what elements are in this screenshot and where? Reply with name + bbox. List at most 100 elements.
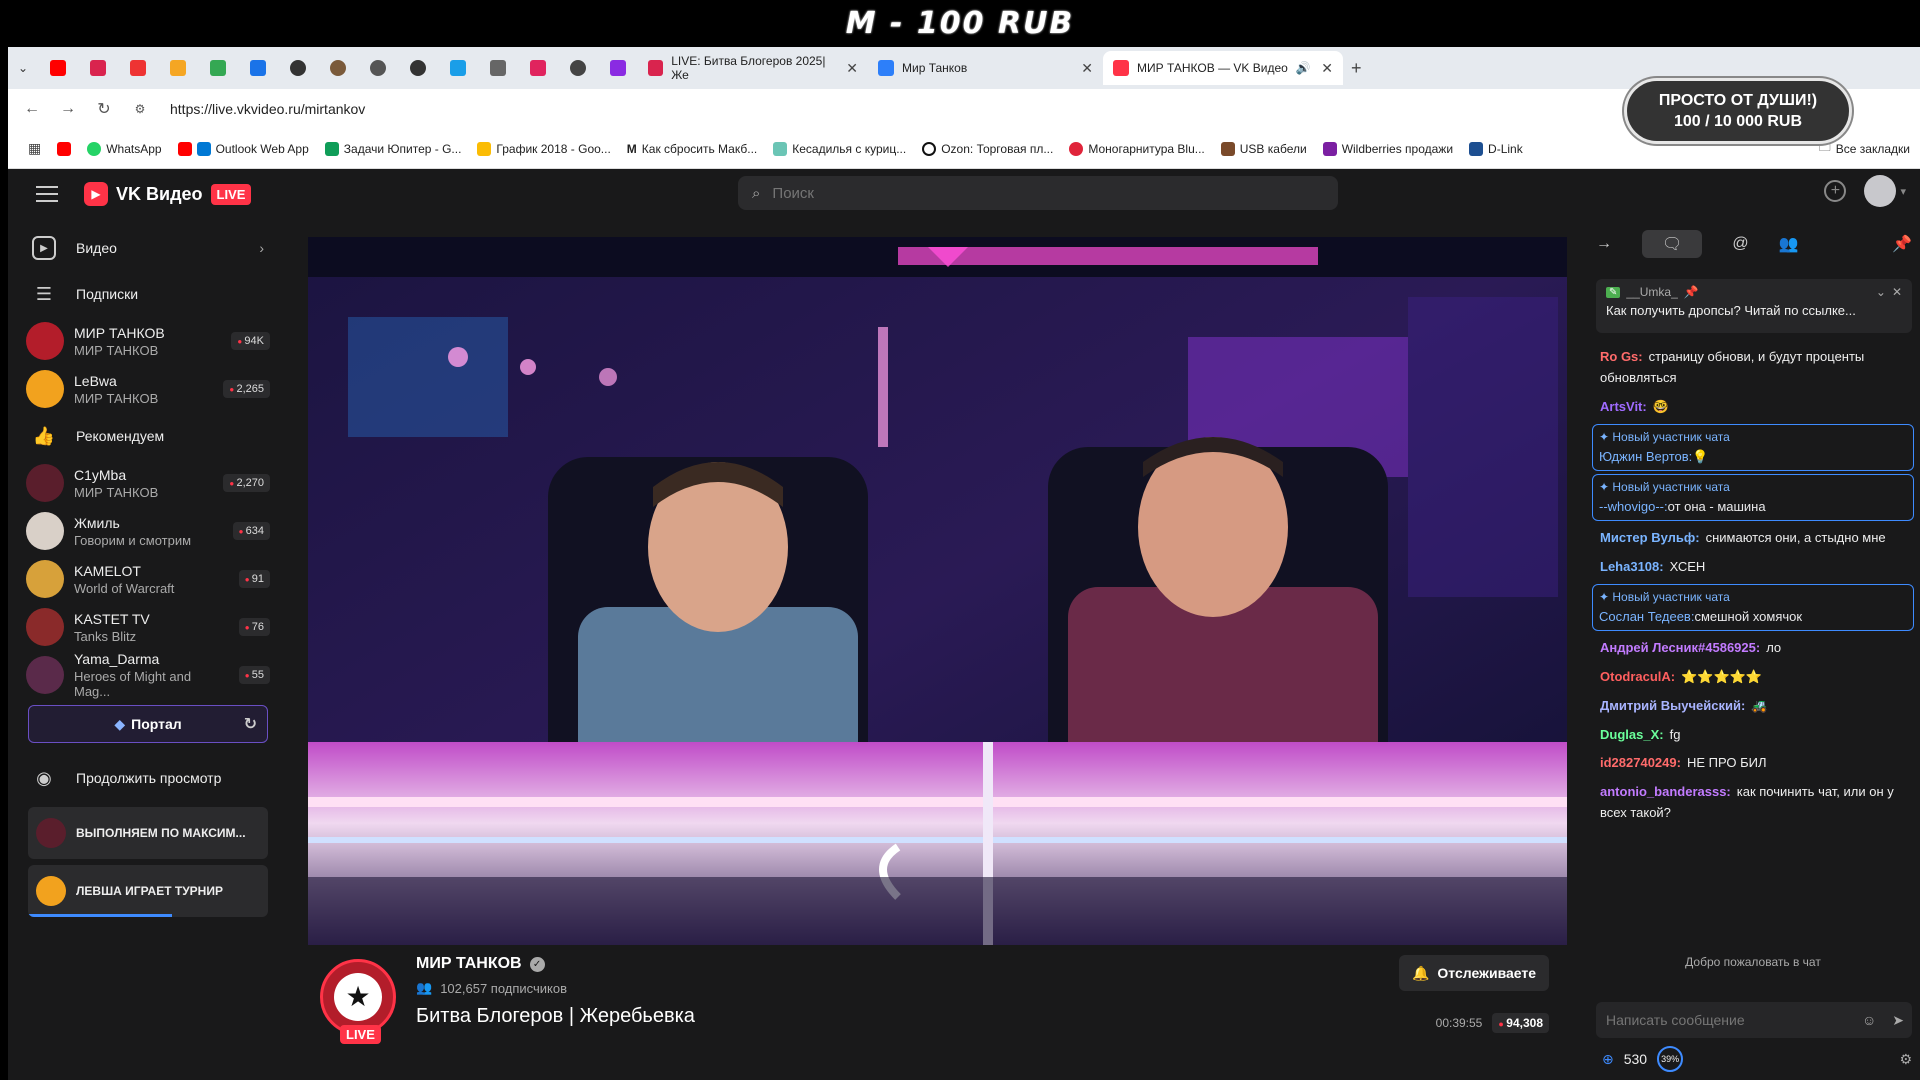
pinned-tab[interactable]: [598, 51, 638, 85]
chat-username[interactable]: OtodraculA:: [1600, 669, 1675, 684]
chat-message[interactable]: id282740249: НЕ ПРО БИЛ: [1586, 749, 1920, 778]
chat-input[interactable]: [1606, 1012, 1826, 1028]
chat-username[interactable]: Дмитрий Выучейский:: [1600, 698, 1745, 713]
close-icon[interactable]: ✕: [1892, 285, 1902, 299]
sidebar-item-continue[interactable]: ◉ Продолжить просмотр: [8, 755, 288, 801]
bookmark-2[interactable]: Задачи Юпитер - G...: [324, 141, 461, 156]
follow-button[interactable]: 🔔 Отслеживаете: [1399, 955, 1549, 991]
continue-item[interactable]: ВЫПОЛНЯЕМ ПО МАКСИМ...: [28, 807, 268, 859]
chat-message[interactable]: ArtsVit: 🤓: [1586, 393, 1920, 422]
pinned-tab[interactable]: [38, 51, 78, 85]
bookmark-8[interactable]: USB кабели: [1220, 141, 1307, 156]
video-player[interactable]: [308, 237, 1567, 945]
pinned-tab[interactable]: [518, 51, 558, 85]
sidebar-channel[interactable]: Yama_Darma Heroes of Might and Mag... 55: [8, 651, 288, 699]
chat-username[interactable]: ArtsVit:: [1600, 399, 1647, 414]
pinned-tab[interactable]: [558, 51, 598, 85]
bookmark-3[interactable]: График 2018 - Goo...: [477, 141, 611, 156]
apps-icon[interactable]: ▦: [28, 140, 41, 157]
sidebar-channel[interactable]: KAMELOTWorld of Warcraft 91: [8, 555, 288, 603]
chat-username[interactable]: Андрей Лесник#4586925:: [1600, 640, 1760, 655]
chat-message[interactable]: antonio_banderasss: как починить чат, или…: [1586, 778, 1920, 828]
bookmark-0[interactable]: WhatsApp: [87, 141, 162, 156]
bookmark-9[interactable]: Wildberries продажи: [1322, 141, 1453, 156]
pinned-tab[interactable]: [158, 51, 198, 85]
refresh-icon[interactable]: ↻: [244, 714, 257, 734]
chat-username[interactable]: Ro Gs:: [1600, 349, 1643, 364]
points-icon[interactable]: ⊕: [1602, 1051, 1614, 1068]
portal-button[interactable]: ◆ Портал ↻: [28, 705, 268, 743]
chat-message[interactable]: Мистер Вульф: снимаются они, а стыдно мне: [1586, 524, 1920, 553]
chat-input-box[interactable]: ☺ ➤: [1596, 1002, 1912, 1038]
chat-username[interactable]: id282740249:: [1600, 755, 1681, 770]
search-box[interactable]: ⌕: [738, 176, 1338, 210]
system-message[interactable]: ✦ Новый участник чата Юджин Вертов:💡: [1592, 424, 1914, 472]
chat-username[interactable]: Leha3108:: [1600, 559, 1664, 574]
close-icon[interactable]: ✕: [1321, 60, 1333, 77]
chat-message[interactable]: Дмитрий Выучейский: 🚜: [1586, 692, 1920, 721]
profile-menu[interactable]: ▾: [1864, 175, 1906, 207]
speaker-icon[interactable]: 🔊: [1296, 61, 1311, 75]
chat-message[interactable]: Ro Gs: страницу обнови, и будут проценты …: [1586, 343, 1920, 393]
tab-0[interactable]: LIVE: Битва Блогеров 2025| Же ✕: [638, 51, 868, 85]
chat-username[interactable]: Duglas_X:: [1600, 727, 1664, 742]
chat-username[interactable]: Мистер Вульф:: [1600, 530, 1700, 545]
pin-icon[interactable]: 📌: [1892, 234, 1912, 254]
chat-message[interactable]: OtodraculA: ⭐⭐⭐⭐⭐: [1586, 663, 1920, 692]
sidebar-item-video[interactable]: ▶ Видео ›: [8, 225, 288, 271]
channel-name[interactable]: МИР ТАНКОВ: [416, 955, 522, 973]
all-bookmarks[interactable]: 🗀 Все закладки: [1819, 138, 1910, 159]
chat-tab-mentions[interactable]: @: [1732, 235, 1748, 253]
sidebar-channel[interactable]: ЖмильГоворим и смотрим 634: [8, 507, 288, 555]
reload-icon[interactable]: ↻: [86, 99, 122, 119]
chevron-down-icon[interactable]: ⌄: [1876, 285, 1886, 299]
close-icon[interactable]: ✕: [1081, 60, 1093, 77]
tab-1[interactable]: Мир Танков ✕: [868, 51, 1103, 85]
bookmark-youtube[interactable]: [57, 141, 72, 156]
sidebar-item-subscriptions[interactable]: ☰ Подписки: [8, 271, 288, 317]
chat-username[interactable]: Сослан Тедеев:: [1599, 609, 1694, 624]
new-tab-button[interactable]: +: [1351, 58, 1362, 79]
site-info-icon[interactable]: ⚙: [122, 102, 158, 116]
chat-message[interactable]: Leha3108: ХСЕН: [1586, 553, 1920, 582]
bookmark-7[interactable]: Моногарнитура Blu...: [1069, 141, 1205, 156]
collapse-chat-icon[interactable]: →: [1596, 235, 1612, 253]
forward-icon[interactable]: →: [50, 100, 86, 118]
avatar[interactable]: [1864, 175, 1897, 207]
logo[interactable]: ▶ VK Видео LIVE: [84, 182, 252, 206]
progress-ring[interactable]: 39%: [1657, 1046, 1684, 1072]
system-message[interactable]: ✦ Новый участник чата --whovigo--:от она …: [1592, 474, 1914, 521]
sidebar-channel[interactable]: KASTET TVTanks Blitz 76: [8, 603, 288, 651]
emoji-icon[interactable]: ☺: [1862, 1012, 1876, 1028]
pinned-tab[interactable]: [478, 51, 518, 85]
chat-username[interactable]: antonio_banderasss:: [1600, 784, 1731, 799]
chat-message[interactable]: Duglas_X: fg: [1586, 721, 1920, 750]
bookmark-10[interactable]: D-Link: [1469, 141, 1523, 156]
pinned-message[interactable]: ✎ __Umka_ 📌 ⌄ ✕ Как получить дропсы? Чит…: [1596, 279, 1912, 333]
close-icon[interactable]: ✕: [846, 60, 858, 77]
sidebar-channel[interactable]: LeBwaМИР ТАНКОВ 2,265: [8, 365, 288, 413]
settings-icon[interactable]: ⚙: [1899, 1051, 1912, 1068]
bookmark-5[interactable]: Кесадилья с куриц...: [773, 141, 906, 156]
bookmark-6[interactable]: Ozon: Торговая пл...: [922, 141, 1053, 156]
chat-username[interactable]: --whovigo--:: [1599, 499, 1668, 514]
sidebar-channel[interactable]: МИР ТАНКОВМИР ТАНКОВ 94K: [8, 317, 288, 365]
sidebar-item-recommended[interactable]: 👍 Рекомендуем: [8, 413, 288, 459]
pinned-tab[interactable]: [438, 51, 478, 85]
chat-username[interactable]: Юджин Вертов:: [1599, 449, 1692, 464]
bookmark-4[interactable]: M Как сбросить Макб...: [627, 142, 757, 156]
search-input[interactable]: [772, 184, 1273, 202]
chat-tab-messages[interactable]: 🗨: [1642, 230, 1703, 258]
pinned-tab[interactable]: [198, 51, 238, 85]
tab-list-icon[interactable]: ⌄: [8, 51, 38, 85]
pinned-tab[interactable]: [358, 51, 398, 85]
pinned-tab[interactable]: [78, 51, 118, 85]
url-field[interactable]: https://live.vkvideo.ru/mirtankov: [170, 101, 365, 117]
menu-icon[interactable]: [36, 186, 58, 202]
bookmark-1[interactable]: Outlook Web App: [177, 141, 309, 156]
pinned-tab[interactable]: [118, 51, 158, 85]
pinned-tab[interactable]: [398, 51, 438, 85]
channel-avatar[interactable]: ★: [320, 959, 396, 1035]
continue-item[interactable]: ЛЕВША ИГРАЕТ ТУРНИР: [28, 865, 268, 917]
sidebar-channel[interactable]: C1yMbaМИР ТАНКОВ 2,270: [8, 459, 288, 507]
